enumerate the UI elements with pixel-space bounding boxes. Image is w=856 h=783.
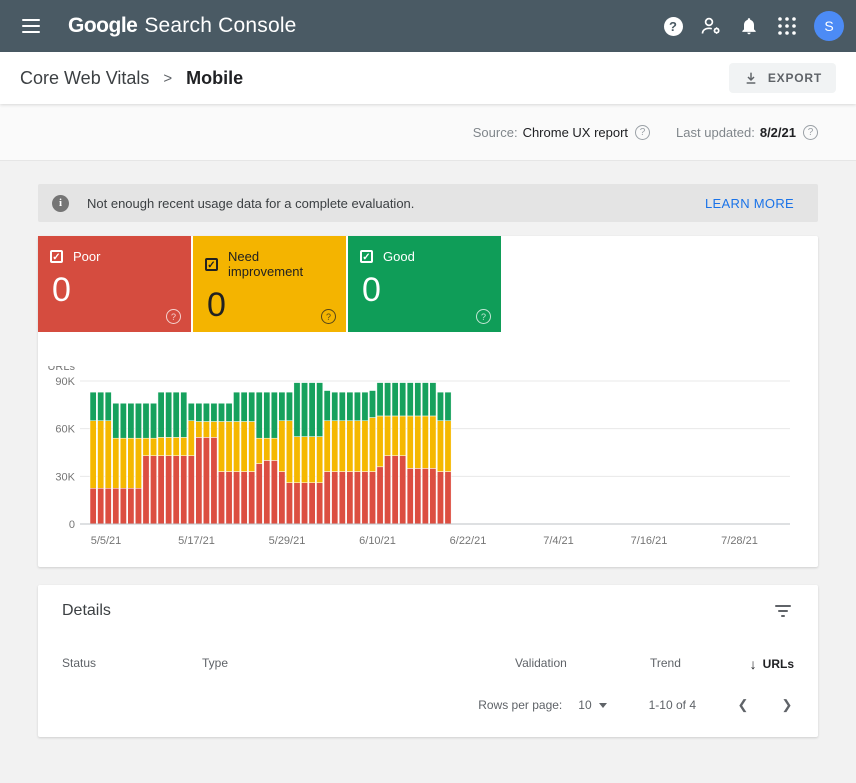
urls-stacked-bar-chart: URLs 0 30K 60K 90K 5/5/21 5/17/21 5/29/21 6/10/2… (38, 366, 818, 556)
help-circle-icon[interactable]: ? (476, 309, 491, 324)
details-panel: Details Status Type Validation Trend ↓ U… (38, 585, 818, 737)
status-card-count: 0 (362, 273, 489, 307)
apps-grid-button[interactable] (775, 14, 799, 38)
info-icon: i (52, 195, 69, 212)
pagination-range: 1-10 of 4 (649, 698, 696, 712)
checked-checkbox-icon[interactable]: ✓ (205, 258, 218, 271)
status-card-label: Good (383, 249, 415, 264)
column-header-status[interactable]: Status (62, 656, 96, 670)
page-title: Mobile (186, 68, 243, 89)
status-card-count: 0 (52, 273, 179, 307)
header-actions: ? S (661, 11, 844, 41)
column-header-validation[interactable]: Validation (515, 656, 567, 670)
svg-text:5/29/21: 5/29/21 (269, 535, 306, 547)
status-card-poor[interactable]: ✓ Poor 0 ? (38, 236, 191, 332)
report-meta-bar: Source: Chrome UX report ? Last updated:… (0, 104, 856, 161)
logo-product-text: Search Console (144, 14, 296, 38)
svg-text:7/16/21: 7/16/21 (631, 535, 668, 547)
breadcrumb-section[interactable]: Core Web Vitals (20, 68, 149, 89)
column-header-type[interactable]: Type (202, 656, 228, 670)
user-settings-icon (699, 14, 723, 38)
help-icon: ? (664, 17, 683, 36)
export-label: EXPORT (768, 71, 822, 85)
svg-text:6/22/21: 6/22/21 (450, 535, 487, 547)
status-cards-row: ✓ Poor 0 ? ✓ Need improvement 0 ? ✓ Good… (38, 236, 818, 332)
source-label: Source: (473, 125, 518, 140)
details-title: Details (62, 602, 111, 620)
details-table-header: Status Type Validation Trend ↓ URLs (38, 656, 818, 672)
menu-icon[interactable] (22, 19, 40, 33)
apps-grid-icon (778, 17, 796, 35)
svg-text:6/10/21: 6/10/21 (359, 535, 396, 547)
table-pagination: Rows per page: 10 1-10 of 4 ❮ ❯ (478, 697, 794, 713)
info-banner: i Not enough recent usage data for a com… (38, 184, 818, 222)
report-panel: ✓ Poor 0 ? ✓ Need improvement 0 ? ✓ Good… (38, 236, 818, 567)
filter-icon[interactable] (774, 605, 792, 619)
learn-more-link[interactable]: LEARN MORE (705, 196, 794, 211)
source-help-icon[interactable]: ? (635, 125, 650, 140)
last-updated-value: 8/2/21 (760, 125, 796, 140)
source-value: Chrome UX report (523, 125, 628, 140)
help-circle-icon[interactable]: ? (166, 309, 181, 324)
status-card-need-improvement[interactable]: ✓ Need improvement 0 ? (193, 236, 346, 332)
next-page-button[interactable]: ❯ (780, 697, 794, 713)
export-button[interactable]: EXPORT (729, 63, 836, 93)
prev-page-button[interactable]: ❮ (736, 697, 750, 713)
svg-text:30K: 30K (55, 471, 75, 483)
column-header-urls[interactable]: ↓ URLs (750, 656, 794, 672)
svg-text:7/4/21: 7/4/21 (543, 535, 574, 547)
svg-text:5/5/21: 5/5/21 (91, 535, 122, 547)
svg-text:0: 0 (69, 519, 75, 531)
help-circle-icon[interactable]: ? (321, 309, 336, 324)
caret-down-icon (599, 703, 607, 708)
logo-google-text: Google (68, 14, 137, 38)
avatar[interactable]: S (814, 11, 844, 41)
banner-message: Not enough recent usage data for a compl… (87, 196, 414, 211)
rows-per-page-label: Rows per page: (478, 698, 562, 712)
user-settings-button[interactable] (699, 14, 723, 38)
chart-canvas[interactable]: URLs 0 30K 60K 90K 5/5/21 5/17/21 5/29/21 6/10/2… (38, 366, 818, 556)
column-header-trend[interactable]: Trend (650, 656, 681, 670)
sort-desc-icon: ↓ (750, 656, 757, 672)
app-logo[interactable]: Google Search Console (68, 14, 297, 38)
status-card-good[interactable]: ✓ Good 0 ? (348, 236, 501, 332)
breadcrumb: Core Web Vitals > Mobile EXPORT (0, 52, 856, 104)
svg-text:URLs: URLs (47, 366, 75, 373)
checked-checkbox-icon[interactable]: ✓ (50, 250, 63, 263)
download-icon (743, 70, 759, 86)
breadcrumb-separator: > (163, 70, 172, 87)
bell-icon (739, 16, 759, 36)
help-button[interactable]: ? (661, 14, 685, 38)
svg-text:7/28/21: 7/28/21 (721, 535, 758, 547)
rows-per-page-select[interactable]: 10 (578, 698, 606, 712)
status-card-label: Need improvement (228, 249, 334, 279)
status-card-count: 0 (207, 288, 334, 322)
last-updated-label: Last updated: (676, 125, 755, 140)
svg-text:90K: 90K (55, 376, 75, 388)
checked-checkbox-icon[interactable]: ✓ (360, 250, 373, 263)
svg-text:60K: 60K (55, 424, 75, 436)
status-card-label: Poor (73, 249, 100, 264)
app-header: Google Search Console ? (0, 0, 856, 52)
avatar-initial: S (824, 18, 833, 34)
svg-text:5/17/21: 5/17/21 (178, 535, 215, 547)
last-updated-help-icon[interactable]: ? (803, 125, 818, 140)
notifications-button[interactable] (737, 14, 761, 38)
